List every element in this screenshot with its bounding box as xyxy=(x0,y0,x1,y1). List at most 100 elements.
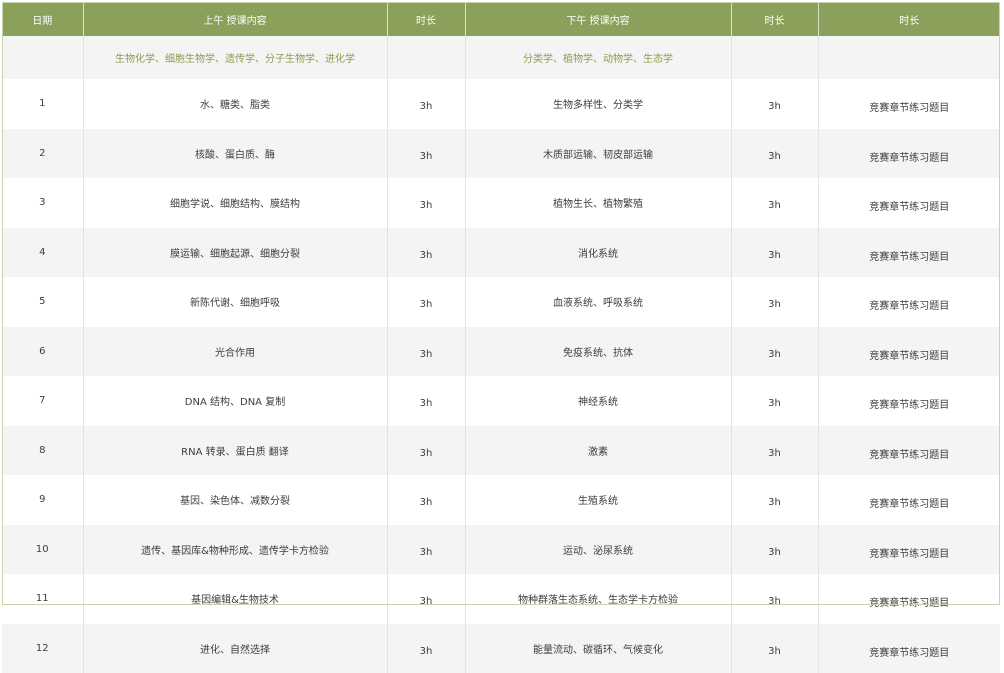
cell-morning-duration: 3h xyxy=(387,228,465,278)
cell-afternoon-duration: 3h xyxy=(731,574,818,624)
cell-afternoon-duration: 3h xyxy=(731,426,818,476)
subjects-row: 生物化学、细胞生物学、遗传学、分子生物学、进化学 分类学、植物学、动物学、生态学 xyxy=(2,36,1000,79)
cell-date: 4 xyxy=(2,228,83,278)
cell-date: 9 xyxy=(2,475,83,525)
table-body: 生物化学、细胞生物学、遗传学、分子生物学、进化学 分类学、植物学、动物学、生态学… xyxy=(2,36,1000,673)
table-row: 4膜运输、细胞起源、细胞分裂3h消化系统3h竞赛章节练习题目 xyxy=(2,228,1000,278)
cell-date: 11 xyxy=(2,574,83,624)
cell-afternoon-duration: 3h xyxy=(731,475,818,525)
cell-morning-duration: 3h xyxy=(387,574,465,624)
cell-afternoon-duration: 3h xyxy=(731,277,818,327)
header-morning-duration: 时长 xyxy=(387,2,465,36)
cell-morning-content: RNA 转录、蛋白质 翻译 xyxy=(83,426,387,476)
cell-extra: 竞赛章节练习题目 xyxy=(818,327,1000,377)
cell-date: 5 xyxy=(2,277,83,327)
cell-extra: 竞赛章节练习题目 xyxy=(818,624,1000,673)
cell-afternoon-content: 生物多样性、分类学 xyxy=(465,79,731,129)
table-row: 7DNA 结构、DNA 复制3h神经系统3h竞赛章节练习题目 xyxy=(2,376,1000,426)
subjects-morning: 生物化学、细胞生物学、遗传学、分子生物学、进化学 xyxy=(83,36,387,79)
header-morning-content: 上午 授课内容 xyxy=(83,2,387,36)
cell-afternoon-duration: 3h xyxy=(731,79,818,129)
cell-afternoon-content: 血液系统、呼吸系统 xyxy=(465,277,731,327)
subjects-extra xyxy=(818,36,1000,79)
cell-date: 2 xyxy=(2,129,83,179)
cell-afternoon-content: 生殖系统 xyxy=(465,475,731,525)
cell-morning-duration: 3h xyxy=(387,327,465,377)
cell-afternoon-duration: 3h xyxy=(731,376,818,426)
cell-afternoon-content: 运动、泌尿系统 xyxy=(465,525,731,575)
schedule-table-container: 日期 上午 授课内容 时长 下午 授课内容 时长 时长 生物化学、细胞生物学、遗… xyxy=(2,2,1000,673)
table-row: 2核酸、蛋白质、酶3h木质部运输、韧皮部运输3h竞赛章节练习题目 xyxy=(2,129,1000,179)
table-row: 9基因、染色体、减数分裂3h生殖系统3h竞赛章节练习题目 xyxy=(2,475,1000,525)
schedule-table: 日期 上午 授课内容 时长 下午 授课内容 时长 时长 生物化学、细胞生物学、遗… xyxy=(2,2,1000,673)
cell-extra: 竞赛章节练习题目 xyxy=(818,228,1000,278)
cell-extra: 竞赛章节练习题目 xyxy=(818,178,1000,228)
table-row: 12进化、自然选择3h能量流动、碳循环、气候变化3h竞赛章节练习题目 xyxy=(2,624,1000,673)
cell-morning-content: 进化、自然选择 xyxy=(83,624,387,673)
cell-extra: 竞赛章节练习题目 xyxy=(818,376,1000,426)
cell-date: 6 xyxy=(2,327,83,377)
cell-extra: 竞赛章节练习题目 xyxy=(818,129,1000,179)
cell-afternoon-duration: 3h xyxy=(731,228,818,278)
cell-morning-duration: 3h xyxy=(387,129,465,179)
cell-morning-duration: 3h xyxy=(387,178,465,228)
cell-morning-duration: 3h xyxy=(387,79,465,129)
cell-extra: 竞赛章节练习题目 xyxy=(818,525,1000,575)
cell-morning-content: 水、糖类、脂类 xyxy=(83,79,387,129)
table-row: 5新陈代谢、细胞呼吸3h血液系统、呼吸系统3h竞赛章节练习题目 xyxy=(2,277,1000,327)
subjects-afternoon: 分类学、植物学、动物学、生态学 xyxy=(465,36,731,79)
cell-afternoon-duration: 3h xyxy=(731,327,818,377)
cell-morning-content: 基因、染色体、减数分裂 xyxy=(83,475,387,525)
cell-morning-content: 细胞学说、细胞结构、膜结构 xyxy=(83,178,387,228)
cell-date: 12 xyxy=(2,624,83,673)
table-row: 1水、糖类、脂类3h生物多样性、分类学3h竞赛章节练习题目 xyxy=(2,79,1000,129)
subjects-date xyxy=(2,36,83,79)
header-date: 日期 xyxy=(2,2,83,36)
cell-afternoon-duration: 3h xyxy=(731,624,818,673)
cell-morning-content: 光合作用 xyxy=(83,327,387,377)
cell-morning-duration: 3h xyxy=(387,376,465,426)
cell-morning-content: 膜运输、细胞起源、细胞分裂 xyxy=(83,228,387,278)
cell-morning-duration: 3h xyxy=(387,475,465,525)
cell-extra: 竞赛章节练习题目 xyxy=(818,277,1000,327)
cell-morning-content: 新陈代谢、细胞呼吸 xyxy=(83,277,387,327)
table-header: 日期 上午 授课内容 时长 下午 授课内容 时长 时长 xyxy=(2,2,1000,36)
header-afternoon-duration: 时长 xyxy=(731,2,818,36)
cell-afternoon-content: 物种群落生态系统、生态学卡方检验 xyxy=(465,574,731,624)
cell-date: 7 xyxy=(2,376,83,426)
cell-afternoon-content: 植物生长、植物繁殖 xyxy=(465,178,731,228)
cell-morning-duration: 3h xyxy=(387,525,465,575)
cell-morning-content: DNA 结构、DNA 复制 xyxy=(83,376,387,426)
table-row: 6光合作用3h免疫系统、抗体3h竞赛章节练习题目 xyxy=(2,327,1000,377)
cell-afternoon-content: 免疫系统、抗体 xyxy=(465,327,731,377)
table-row: 3细胞学说、细胞结构、膜结构3h植物生长、植物繁殖3h竞赛章节练习题目 xyxy=(2,178,1000,228)
cell-extra: 竞赛章节练习题目 xyxy=(818,574,1000,624)
cell-morning-content: 核酸、蛋白质、酶 xyxy=(83,129,387,179)
cell-afternoon-content: 神经系统 xyxy=(465,376,731,426)
cell-morning-content: 遗传、基因库&物种形成、遗传学卡方检验 xyxy=(83,525,387,575)
cell-extra: 竞赛章节练习题目 xyxy=(818,426,1000,476)
cell-morning-duration: 3h xyxy=(387,624,465,673)
header-afternoon-content: 下午 授课内容 xyxy=(465,2,731,36)
cell-extra: 竞赛章节练习题目 xyxy=(818,79,1000,129)
cell-date: 1 xyxy=(2,79,83,129)
cell-date: 8 xyxy=(2,426,83,476)
cell-afternoon-duration: 3h xyxy=(731,525,818,575)
cell-afternoon-content: 消化系统 xyxy=(465,228,731,278)
cell-date: 10 xyxy=(2,525,83,575)
cell-extra: 竞赛章节练习题目 xyxy=(818,475,1000,525)
cell-morning-duration: 3h xyxy=(387,426,465,476)
table-row: 11基因编辑&生物技术3h物种群落生态系统、生态学卡方检验3h竞赛章节练习题目 xyxy=(2,574,1000,624)
cell-afternoon-content: 能量流动、碳循环、气候变化 xyxy=(465,624,731,673)
cell-afternoon-content: 激素 xyxy=(465,426,731,476)
cell-morning-content: 基因编辑&生物技术 xyxy=(83,574,387,624)
cell-afternoon-duration: 3h xyxy=(731,178,818,228)
header-row: 日期 上午 授课内容 时长 下午 授课内容 时长 时长 xyxy=(2,2,1000,36)
table-row: 8RNA 转录、蛋白质 翻译3h激素3h竞赛章节练习题目 xyxy=(2,426,1000,476)
cell-afternoon-duration: 3h xyxy=(731,129,818,179)
cell-afternoon-content: 木质部运输、韧皮部运输 xyxy=(465,129,731,179)
cell-date: 3 xyxy=(2,178,83,228)
table-row: 10遗传、基因库&物种形成、遗传学卡方检验3h运动、泌尿系统3h竞赛章节练习题目 xyxy=(2,525,1000,575)
subjects-morning-duration xyxy=(387,36,465,79)
subjects-afternoon-duration xyxy=(731,36,818,79)
